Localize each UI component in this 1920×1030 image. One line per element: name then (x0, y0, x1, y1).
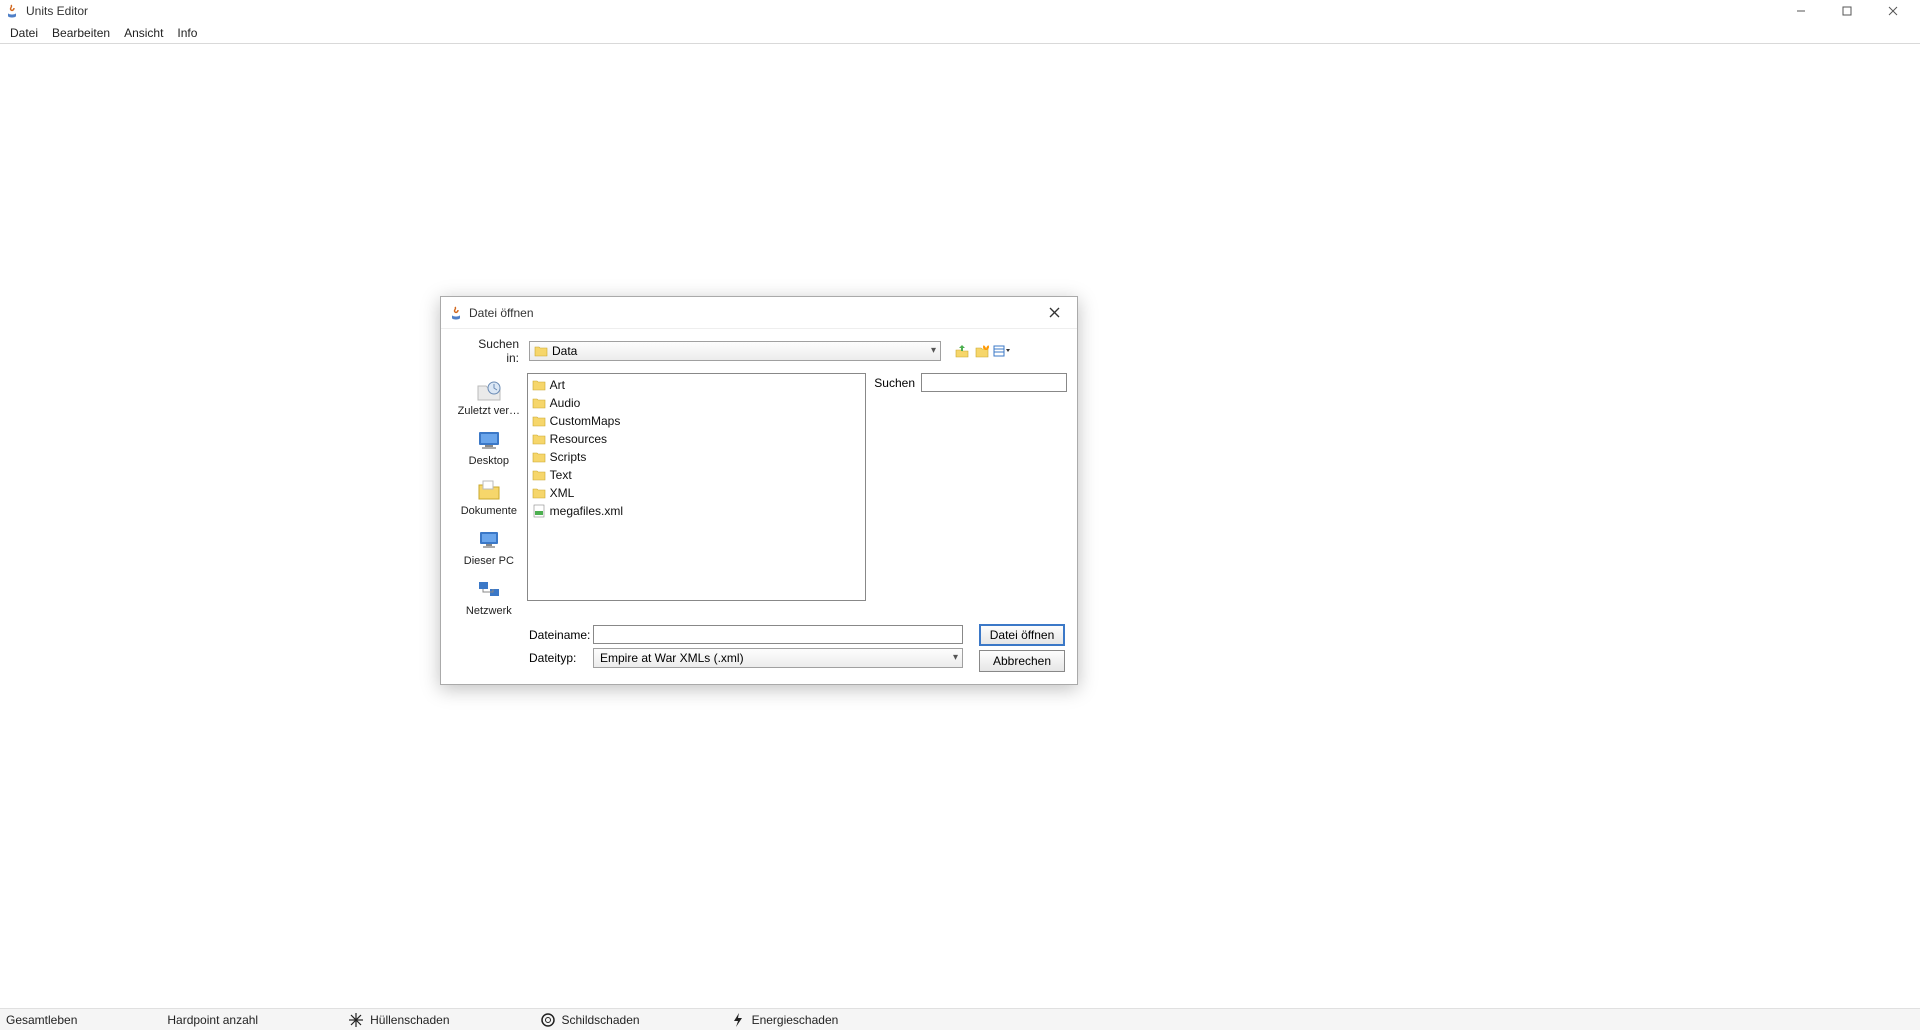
menu-bearbeiten[interactable]: Bearbeiten (46, 24, 116, 42)
desktop-icon (473, 427, 505, 453)
xml-file-icon (532, 504, 546, 518)
list-item[interactable]: CustomMaps (530, 412, 864, 430)
list-item[interactable]: megafiles.xml (530, 502, 864, 520)
close-button[interactable] (1870, 0, 1916, 22)
window-controls (1778, 0, 1916, 22)
list-item[interactable]: Resources (530, 430, 864, 448)
view-menu-button[interactable] (993, 342, 1011, 360)
list-item[interactable]: Text (530, 466, 864, 484)
place-thispc[interactable]: Dieser PC (454, 527, 524, 567)
maximize-button[interactable] (1824, 0, 1870, 22)
filename-input[interactable] (593, 625, 963, 644)
folder-icon (534, 345, 548, 357)
dialog-bottom: Dateiname: Dateityp: Empire at War XMLs … (451, 625, 1067, 668)
network-icon (473, 577, 505, 603)
minimize-button[interactable] (1778, 0, 1824, 22)
app-title: Units Editor (26, 4, 88, 18)
filetype-value: Empire at War XMLs (.xml) (600, 651, 744, 665)
open-button[interactable]: Datei öffnen (979, 624, 1065, 646)
menu-datei[interactable]: Datei (4, 24, 44, 42)
bolt-icon (730, 1012, 746, 1028)
filename-label: Dateiname: (529, 628, 585, 642)
place-documents[interactable]: Dokumente (454, 477, 524, 517)
chevron-down-icon: ▾ (931, 345, 936, 356)
filetype-combobox[interactable]: Empire at War XMLs (.xml) ▾ (593, 648, 963, 668)
main-area: Datei öffnen Suchen in: Data ▾ ✦ (0, 44, 1920, 1008)
place-desktop[interactable]: Desktop (454, 427, 524, 467)
folder-icon (532, 432, 546, 446)
folder-icon (532, 414, 546, 428)
list-item[interactable]: Art (530, 376, 864, 394)
up-one-level-button[interactable] (953, 342, 971, 360)
place-label: Desktop (469, 455, 509, 467)
folder-icon (532, 396, 546, 410)
status-bar: Gesamtleben Hardpoint anzahl Hüllenschad… (0, 1008, 1920, 1030)
status-schildschaden: Schildschaden (540, 1012, 640, 1028)
search-panel: Suchen (866, 373, 1067, 617)
lookin-label: Suchen in: (475, 337, 519, 365)
filetype-label: Dateityp: (529, 651, 585, 665)
lookin-value: Data (552, 344, 577, 358)
java-app-icon (449, 306, 463, 320)
folder-icon (532, 378, 546, 392)
place-label: Dieser PC (464, 555, 514, 567)
dialog-toolbar: ✦ (953, 342, 1011, 360)
folder-icon (532, 450, 546, 464)
recent-icon (473, 377, 505, 403)
place-network[interactable]: Netzwerk (454, 577, 524, 617)
ring-icon (540, 1012, 556, 1028)
lookin-row: Suchen in: Data ▾ ✦ (451, 337, 1067, 365)
place-recent[interactable]: Zuletzt ver… (454, 377, 524, 417)
burst-icon (348, 1012, 364, 1028)
dialog-title: Datei öffnen (469, 306, 534, 320)
file-open-dialog: Datei öffnen Suchen in: Data ▾ ✦ (440, 296, 1078, 685)
place-label: Zuletzt ver… (458, 405, 520, 417)
status-gesamtleben: Gesamtleben (6, 1013, 77, 1027)
place-label: Netzwerk (466, 605, 512, 617)
list-item[interactable]: XML (530, 484, 864, 502)
menu-bar: Datei Bearbeiten Ansicht Info (0, 22, 1920, 44)
list-item[interactable]: Audio (530, 394, 864, 412)
file-list[interactable]: Art Audio CustomMaps Resources Scripts T… (527, 373, 867, 601)
place-label: Dokumente (461, 505, 517, 517)
menu-info[interactable]: Info (171, 24, 203, 42)
search-label: Suchen (874, 373, 915, 390)
list-item[interactable]: Scripts (530, 448, 864, 466)
pc-icon (473, 527, 505, 553)
folder-icon (532, 486, 546, 500)
folder-icon (532, 468, 546, 482)
lookin-combobox[interactable]: Data ▾ (529, 341, 941, 361)
chevron-down-icon: ▾ (953, 652, 958, 663)
svg-text:✦: ✦ (981, 343, 990, 352)
search-input[interactable] (921, 373, 1067, 392)
menu-ansicht[interactable]: Ansicht (118, 24, 169, 42)
java-app-icon (4, 3, 20, 19)
new-folder-button[interactable]: ✦ (973, 342, 991, 360)
status-energieschaden: Energieschaden (730, 1012, 839, 1028)
dialog-action-buttons: Datei öffnen Abbrechen (979, 624, 1065, 672)
cancel-button[interactable]: Abbrechen (979, 650, 1065, 672)
dialog-close-button[interactable] (1039, 301, 1069, 325)
documents-icon (473, 477, 505, 503)
dialog-titlebar: Datei öffnen (441, 297, 1077, 329)
status-huellenschaden: Hüllenschaden (348, 1012, 449, 1028)
status-hardpoint: Hardpoint anzahl (167, 1013, 258, 1027)
app-titlebar: Units Editor (0, 0, 1920, 22)
places-bar: Zuletzt ver… Desktop Dokumente Dieser PC (451, 373, 527, 617)
